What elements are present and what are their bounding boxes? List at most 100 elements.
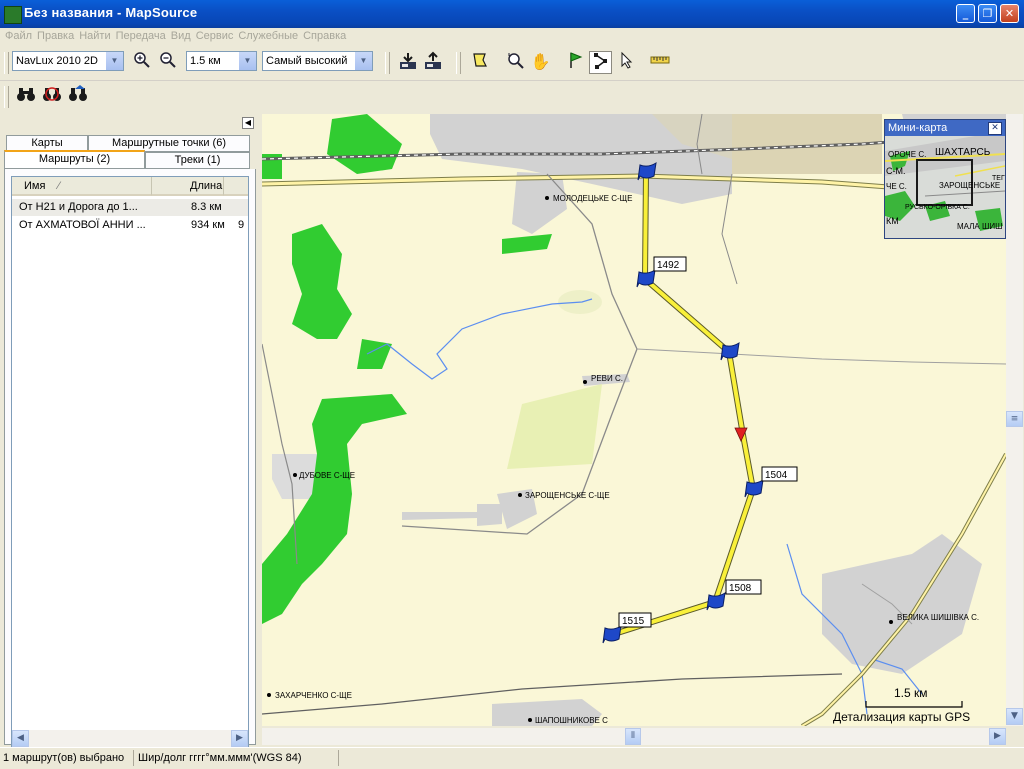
distance-tool-button[interactable] — [648, 51, 671, 74]
route-tool-button[interactable] — [589, 51, 612, 74]
forest-area — [262, 394, 407, 624]
menu-service[interactable]: Сервис — [191, 28, 234, 44]
menu-file[interactable]: Файл — [0, 28, 32, 44]
receive-from-device-icon — [399, 53, 416, 69]
scroll-thumb[interactable]: ≡ — [1006, 411, 1023, 427]
selection-status: 1 маршрут(ов) выбрано — [0, 750, 134, 766]
place-marker — [528, 718, 532, 722]
mini-map-label: ОРОЧЕ С. — [888, 150, 926, 159]
route-line[interactable] — [610, 171, 757, 638]
mini-map-label: РУСЬКО-ОРІВКА С. — [905, 204, 970, 211]
mini-map-label: ТЕГ — [992, 175, 1005, 182]
tab-tracks[interactable]: Треки (1) — [145, 152, 250, 169]
chevron-down-icon[interactable]: ▼ — [238, 52, 256, 70]
waypoint-flag-icon[interactable] — [720, 341, 740, 361]
find-address-button[interactable] — [66, 85, 89, 108]
place-label: ДУБОВЕ С-ЩЕ — [299, 471, 355, 480]
urban-area — [477, 504, 502, 526]
menu-view[interactable]: Вид — [166, 28, 191, 44]
mini-map-title: Мини-карта — [885, 120, 1005, 136]
toolbar-separator — [385, 52, 390, 74]
title-bar: Без названия - MapSource _ ❐ ✕ — [0, 0, 1024, 28]
zoom-out-button[interactable] — [156, 51, 179, 74]
secondary-toolbar — [0, 82, 1024, 112]
status-bar: 1 маршрут(ов) выбрано Шир/долг гггг°мм.м… — [0, 747, 1024, 769]
urban-area — [402, 512, 477, 520]
mini-map[interactable]: Мини-карта ✕ ОРОЧЕ С. ШАХТАРСЬ С-М. ЧЕ С… — [884, 119, 1006, 239]
route-row[interactable]: От АХМАТОВОЇ АННИ ... 934 км 9 — [12, 217, 248, 234]
close-icon[interactable]: ✕ — [988, 122, 1002, 135]
toolbar-grip — [4, 52, 9, 74]
panel-collapse-button[interactable]: ◀ — [242, 117, 254, 129]
mini-map-label: КМ — [886, 216, 899, 226]
scroll-down-icon[interactable]: ▼ — [1006, 708, 1023, 725]
detail-level-select[interactable]: Самый высокий ▼ — [262, 51, 373, 71]
close-button[interactable]: ✕ — [1000, 4, 1019, 23]
mini-map-label: МАЛА ШИШ — [957, 222, 1002, 231]
app-icon — [4, 6, 22, 24]
waypoint-label[interactable]: 1508 — [729, 583, 752, 594]
list-horizontal-scrollbar[interactable]: ◀ ▶ — [12, 730, 248, 747]
place-label: ШАПОШНИКОВЕ С — [535, 716, 608, 725]
zoom-tool-button[interactable] — [503, 51, 526, 74]
minimize-button[interactable]: _ — [956, 4, 975, 23]
place-marker — [267, 693, 271, 697]
chevron-down-icon[interactable]: ▼ — [105, 52, 123, 70]
zoom-scale-select[interactable]: 1.5 км ▼ — [186, 51, 257, 71]
scale-bar — [865, 701, 963, 708]
waypoint-tool-button[interactable] — [563, 51, 586, 74]
zoom-scale-value: 1.5 км — [190, 55, 221, 67]
place-label: ЗАРОЩЕНСЬКЕ С-ЩЕ — [525, 491, 610, 500]
pan-tool-button[interactable]: ✋ — [529, 51, 552, 74]
route-highlight — [610, 171, 756, 637]
map-tool-button[interactable] — [468, 51, 491, 74]
scroll-thumb[interactable]: ⦀ — [625, 728, 641, 745]
detail-level-value: Самый высокий — [266, 55, 348, 67]
route-name: От Н21 и Дорога до 1... — [19, 201, 138, 213]
waypoint-label[interactable]: 1504 — [765, 470, 788, 481]
menu-transfer[interactable]: Передача — [111, 28, 166, 44]
river — [366, 298, 593, 380]
find-button[interactable] — [14, 85, 37, 108]
column-header-length[interactable]: Длина — [152, 177, 224, 196]
road — [636, 348, 1006, 365]
forest-area — [327, 114, 402, 174]
route-row[interactable]: От Н21 и Дорога до 1... 8.3 км — [12, 199, 248, 216]
map-vertical-scrollbar[interactable]: ≡ ▼ — [1006, 114, 1023, 726]
menu-help[interactable]: Справка — [298, 28, 346, 44]
column-header-extra[interactable] — [224, 177, 248, 196]
maximize-button[interactable]: ❐ — [978, 4, 997, 23]
route-name: От АХМАТОВОЇ АННИ ... — [19, 219, 146, 231]
waypoint-label[interactable]: 1515 — [622, 616, 645, 627]
chevron-down-icon[interactable]: ▼ — [354, 52, 372, 70]
scroll-right-icon[interactable]: ▶ — [231, 730, 248, 747]
select-tool-button[interactable] — [615, 51, 638, 74]
menu-utilities[interactable]: Служебные — [233, 28, 298, 44]
zoom-in-button[interactable] — [130, 51, 153, 74]
find-nearest-button[interactable] — [40, 85, 63, 108]
map-product-select[interactable]: NavLux 2010 2D ▼ — [12, 51, 124, 71]
place-marker — [293, 473, 297, 477]
scroll-left-icon[interactable]: ◀ — [12, 730, 29, 747]
zoom-in-icon — [133, 52, 150, 68]
forest-area — [292, 224, 352, 339]
menu-find[interactable]: Найти — [74, 28, 110, 44]
mini-map-label: ЗАРОЩЕНСЬКЕ — [939, 181, 1000, 190]
mini-map-label: ШАХТАРСЬ — [935, 147, 991, 158]
urban-area — [512, 172, 567, 234]
map-horizontal-scrollbar[interactable]: ⦀ ▶ — [262, 728, 1006, 745]
menu-edit[interactable]: Правка — [32, 28, 74, 44]
receive-from-device-button[interactable] — [396, 51, 419, 74]
place-label: ВЕЛИКА ШИШІВКА С. — [897, 613, 979, 622]
waypoint-label[interactable]: 1492 — [657, 260, 680, 271]
column-header-name[interactable]: Имя ⁄ — [12, 177, 152, 196]
scroll-right-icon[interactable]: ▶ — [989, 728, 1006, 745]
mini-map-canvas[interactable]: ОРОЧЕ С. ШАХТАРСЬ С-М. ЧЕ С. ЗАРОЩЕНСЬКЕ… — [885, 136, 1005, 238]
map-select-icon — [472, 53, 487, 67]
route-length: 8.3 км — [191, 201, 222, 213]
waypoint-flag-icon[interactable] — [602, 624, 622, 644]
map-detail-label: Детализация карты GPS — [833, 710, 970, 724]
send-to-device-button[interactable] — [421, 51, 444, 74]
sort-indicator-icon: ⁄ — [58, 180, 60, 192]
tab-routes[interactable]: Маршруты (2) — [4, 150, 145, 169]
